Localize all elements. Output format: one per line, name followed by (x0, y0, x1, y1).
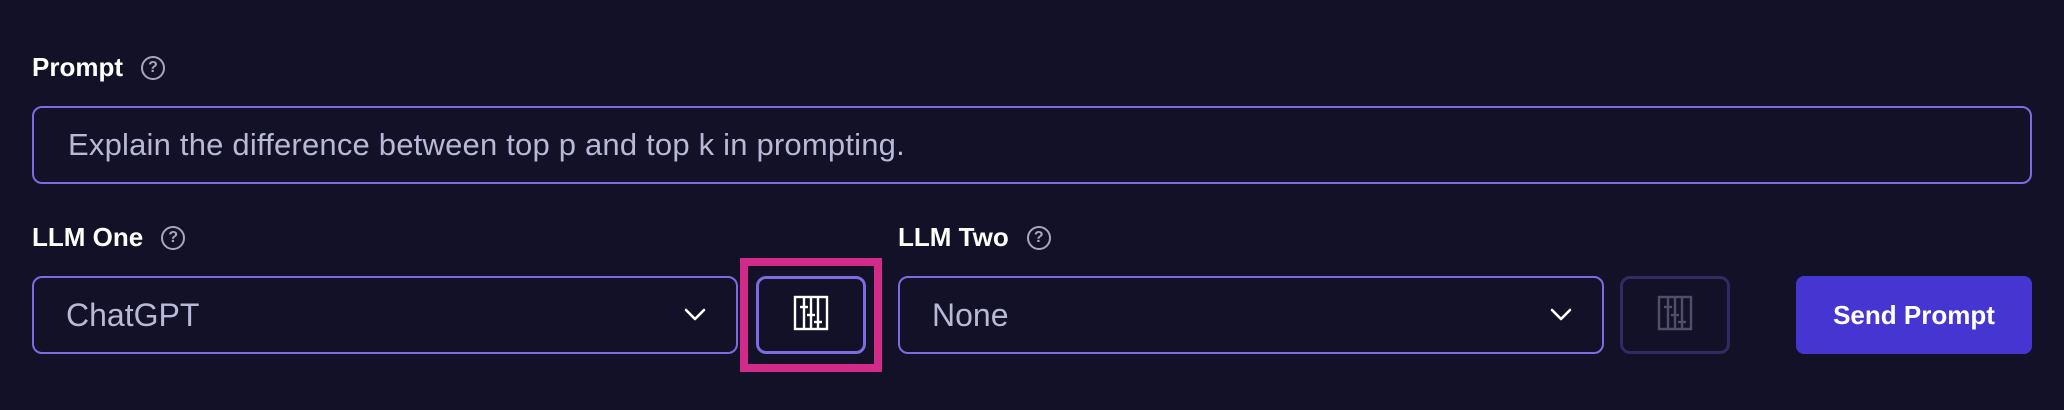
prompt-comparison-panel: Prompt ? Explain the difference between … (0, 0, 2064, 410)
sliders-icon (793, 295, 829, 336)
llm-one-label: LLM One (32, 222, 144, 252)
prompt-input[interactable]: Explain the difference between top p and… (32, 106, 2032, 184)
llm-two-select[interactable]: None (898, 276, 1604, 354)
help-circle-icon[interactable]: ? (161, 225, 186, 250)
sliders-icon (1657, 295, 1693, 336)
llm-two-settings-button[interactable] (1620, 276, 1730, 354)
llm-one-settings-button[interactable] (756, 276, 866, 354)
chevron-down-icon (1548, 302, 1574, 328)
llm-two-label: LLM Two (898, 222, 1009, 252)
prompt-label-row: Prompt ? (32, 52, 165, 83)
prompt-input-value: Explain the difference between top p and… (68, 127, 905, 162)
llm-two-label-row: LLM Two ? (898, 222, 1051, 253)
send-prompt-button[interactable]: Send Prompt (1796, 276, 2032, 354)
prompt-label: Prompt (32, 52, 123, 82)
help-circle-icon[interactable]: ? (141, 55, 165, 80)
llm-two-selected-value: None (932, 296, 1009, 333)
chevron-down-icon (682, 302, 708, 328)
llm-one-label-row: LLM One ? (32, 222, 186, 253)
llm-one-select[interactable]: ChatGPT (32, 276, 738, 354)
llm-one-selected-value: ChatGPT (66, 296, 200, 333)
help-circle-icon[interactable]: ? (1026, 225, 1051, 250)
